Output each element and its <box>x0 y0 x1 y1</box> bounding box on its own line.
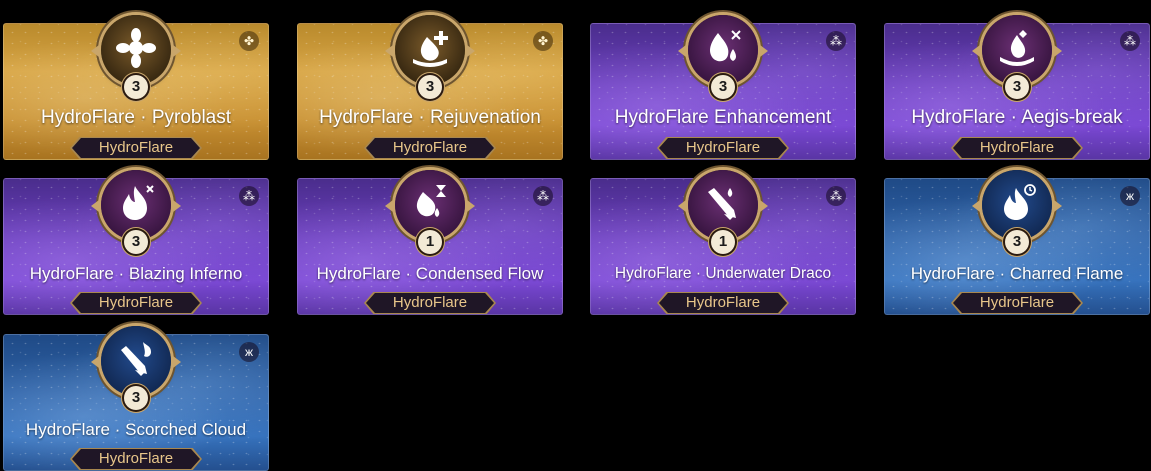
card-tag: HydroFlare <box>366 293 494 313</box>
card-aegis-break[interactable]: 3 ⁂ HydroFlare · Aegis-break HydroFlare <box>884 15 1150 160</box>
triad-icon: ⁂ <box>826 31 846 51</box>
card-tag: HydroFlare <box>366 138 494 158</box>
level-badge: 3 <box>1005 230 1029 254</box>
blossom-burst-icon <box>116 28 156 68</box>
triad-icon: ⁂ <box>533 186 553 206</box>
heal-plus-icon <box>413 31 448 67</box>
level-badge: 3 <box>711 75 735 99</box>
card-tag: HydroFlare <box>72 138 200 158</box>
card-title: HydroFlare · Aegis-break <box>911 107 1123 128</box>
flame-icon <box>123 185 154 220</box>
card-title: HydroFlare · Condensed Flow <box>316 264 544 283</box>
dragon-strike-icon <box>708 188 736 220</box>
card-tag: HydroFlare <box>72 449 200 469</box>
cloud-strike-icon <box>121 342 151 376</box>
card-blazing-inferno[interactable]: 3 ⁂ HydroFlare · Blazing Inferno HydroFl… <box>3 170 269 315</box>
card-tag: HydroFlare <box>659 293 787 313</box>
card-tag: HydroFlare <box>953 138 1081 158</box>
card-underwater-draco[interactable]: 1 ⁂ HydroFlare · Underwater Draco HydroF… <box>590 170 856 315</box>
card-title: HydroFlare Enhancement <box>614 107 832 128</box>
card-title: HydroFlare · Charred Flame <box>910 264 1124 283</box>
triad-icon: ⁂ <box>826 186 846 206</box>
card-title: HydroFlare · Pyroblast <box>40 107 232 128</box>
card-tag: HydroFlare <box>659 138 787 158</box>
card-title: HydroFlare · Blazing Inferno <box>29 264 243 283</box>
card-title: HydroFlare · Scorched Cloud <box>25 420 247 439</box>
clover-icon: ✤ <box>533 31 553 51</box>
card-enhancement[interactable]: 3 ⁂ HydroFlare Enhancement HydroFlare <box>590 15 856 160</box>
level-badge: 1 <box>418 230 442 254</box>
water-drop-boost-icon <box>710 30 741 62</box>
level-badge: 3 <box>1005 75 1029 99</box>
clock-flame-icon <box>1004 184 1036 220</box>
butterfly-icon: ж <box>1120 186 1140 206</box>
triad-icon: ⁂ <box>239 186 259 206</box>
clover-icon: ✤ <box>239 31 259 51</box>
card-tag: HydroFlare <box>953 293 1081 313</box>
card-pyroblast[interactable]: 3 ✤ HydroFlare · Pyroblast HydroFlare <box>3 15 269 160</box>
card-scorched-cloud[interactable]: 3 ж HydroFlare · Scorched Cloud HydroFla… <box>3 326 269 471</box>
shield-break-icon <box>1000 30 1034 66</box>
hourglass-drop-icon <box>416 185 446 217</box>
card-title: HydroFlare · Rejuvenation <box>319 107 541 128</box>
butterfly-icon: ж <box>239 342 259 362</box>
card-tag: HydroFlare <box>72 293 200 313</box>
level-badge: 3 <box>124 386 148 410</box>
level-badge: 3 <box>124 75 148 99</box>
level-badge: 3 <box>124 230 148 254</box>
card-title: HydroFlare · Underwater Draco <box>614 265 832 282</box>
card-grid: 3 ✤ HydroFlare · Pyroblast HydroFlare 3 … <box>0 0 1151 471</box>
card-rejuvenation[interactable]: 3 ✤ HydroFlare · Rejuvenation HydroFlare <box>297 15 563 160</box>
level-badge: 3 <box>418 75 442 99</box>
card-condensed-flow[interactable]: 1 ⁂ HydroFlare · Condensed Flow HydroFla… <box>297 170 563 315</box>
card-charred-flame[interactable]: 3 ж HydroFlare · Charred Flame HydroFlar… <box>884 170 1150 315</box>
triad-icon: ⁂ <box>1120 31 1140 51</box>
level-badge: 1 <box>711 230 735 254</box>
